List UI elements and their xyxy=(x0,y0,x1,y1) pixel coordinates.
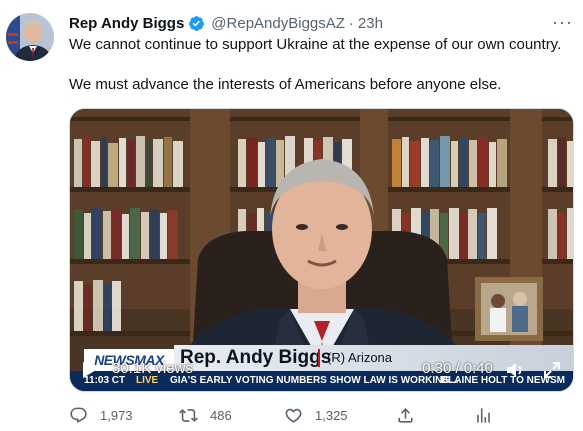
author-name[interactable]: Rep Andy Biggs xyxy=(69,15,184,32)
more-icon[interactable]: ··· xyxy=(552,13,573,31)
view-count: 30.1K views xyxy=(112,360,193,377)
avatar-photo xyxy=(6,13,54,61)
ticker-headline: GIA'S EARLY VOTING NUMBERS SHOW LAW IS W… xyxy=(170,375,459,386)
verified-badge-icon xyxy=(188,15,205,32)
share-icon xyxy=(398,407,413,423)
video-time: 0:30 / 0:40 xyxy=(422,360,493,377)
lower-third-name: Rep. Andy Biggs xyxy=(180,347,332,368)
tweet-actions: 1,973 486 1,325 xyxy=(69,404,574,426)
lower-third-divider xyxy=(318,349,320,367)
tweet-timestamp[interactable]: 23h xyxy=(358,15,383,32)
tweet[interactable]: Rep Andy Biggs @RepAndyBiggsAZ · 23h ···… xyxy=(0,0,583,431)
tweet-text: We cannot continue to support Ukraine at… xyxy=(69,35,574,95)
avatar[interactable] xyxy=(6,13,54,61)
retweet-count: 486 xyxy=(210,407,232,423)
like-count: 1,325 xyxy=(315,407,348,423)
retweet-icon xyxy=(179,408,198,422)
like-icon xyxy=(285,408,302,423)
reply-icon xyxy=(70,407,87,423)
header-separator: · xyxy=(348,14,354,32)
tweet-paragraph: We cannot continue to support Ukraine at… xyxy=(69,36,562,53)
reply-button[interactable]: 1,973 xyxy=(69,404,133,426)
fullscreen-icon[interactable] xyxy=(543,361,561,379)
retweet-button[interactable]: 486 xyxy=(179,404,232,426)
like-button[interactable]: 1,325 xyxy=(284,404,348,426)
volume-icon[interactable] xyxy=(505,361,525,379)
analytics-button[interactable] xyxy=(474,404,493,426)
tweet-paragraph: We must advance the interests of America… xyxy=(69,76,502,93)
lower-third-state: (R) Arizona xyxy=(327,350,393,365)
analytics-icon xyxy=(477,407,490,423)
share-button[interactable] xyxy=(396,404,415,426)
video-player[interactable]: NEWSMAX Rep. Andy Biggs (R) Arizona 11:0… xyxy=(69,108,574,392)
author-handle[interactable]: @RepAndyBiggsAZ xyxy=(211,15,345,32)
tweet-header: Rep Andy Biggs @RepAndyBiggsAZ · 23h ··· xyxy=(69,12,573,34)
reply-count: 1,973 xyxy=(100,407,133,423)
play-icon[interactable] xyxy=(80,361,98,379)
